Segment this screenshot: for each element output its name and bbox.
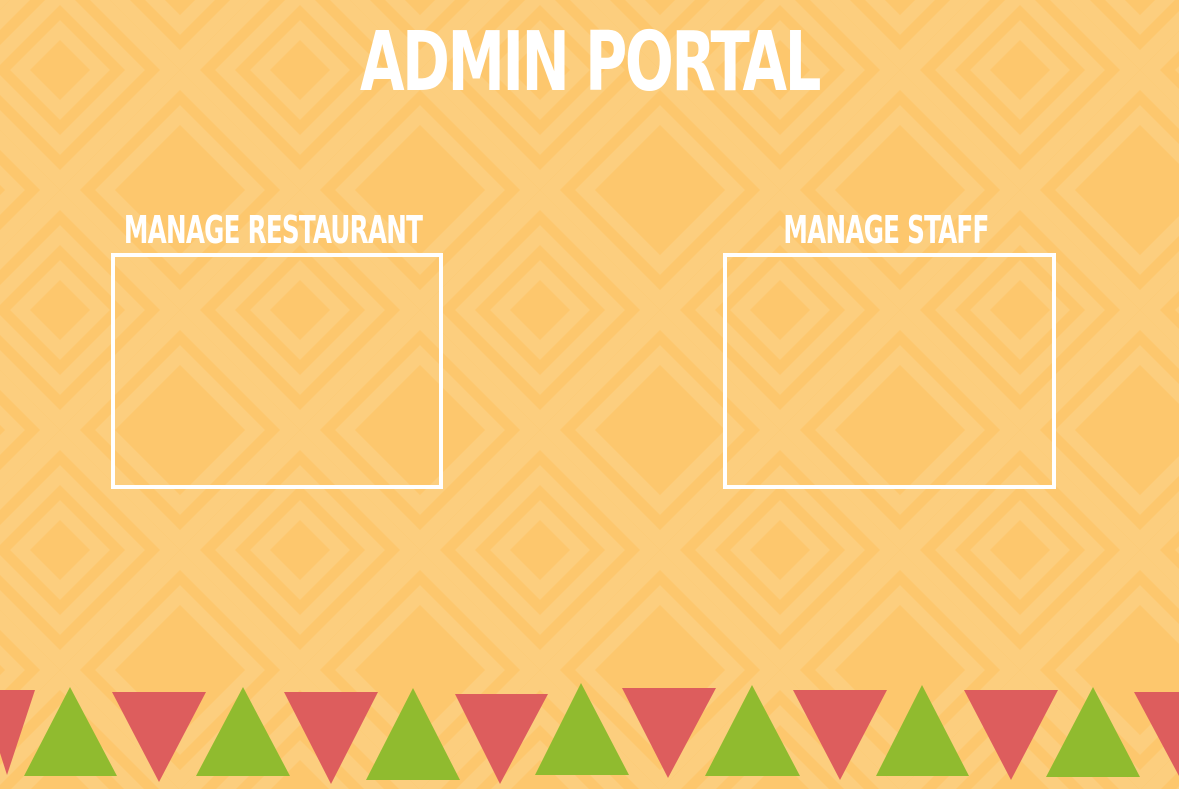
manage-restaurant-label: MANAGE RESTAURANT: [123, 208, 423, 252]
triangle-bunting-border: [0, 683, 1179, 784]
manage-staff-label: MANAGE STAFF: [783, 208, 989, 252]
manage-staff-card[interactable]: [723, 253, 1056, 489]
manage-restaurant-card[interactable]: [111, 253, 443, 489]
page-title: ADMIN PORTAL: [359, 15, 821, 110]
